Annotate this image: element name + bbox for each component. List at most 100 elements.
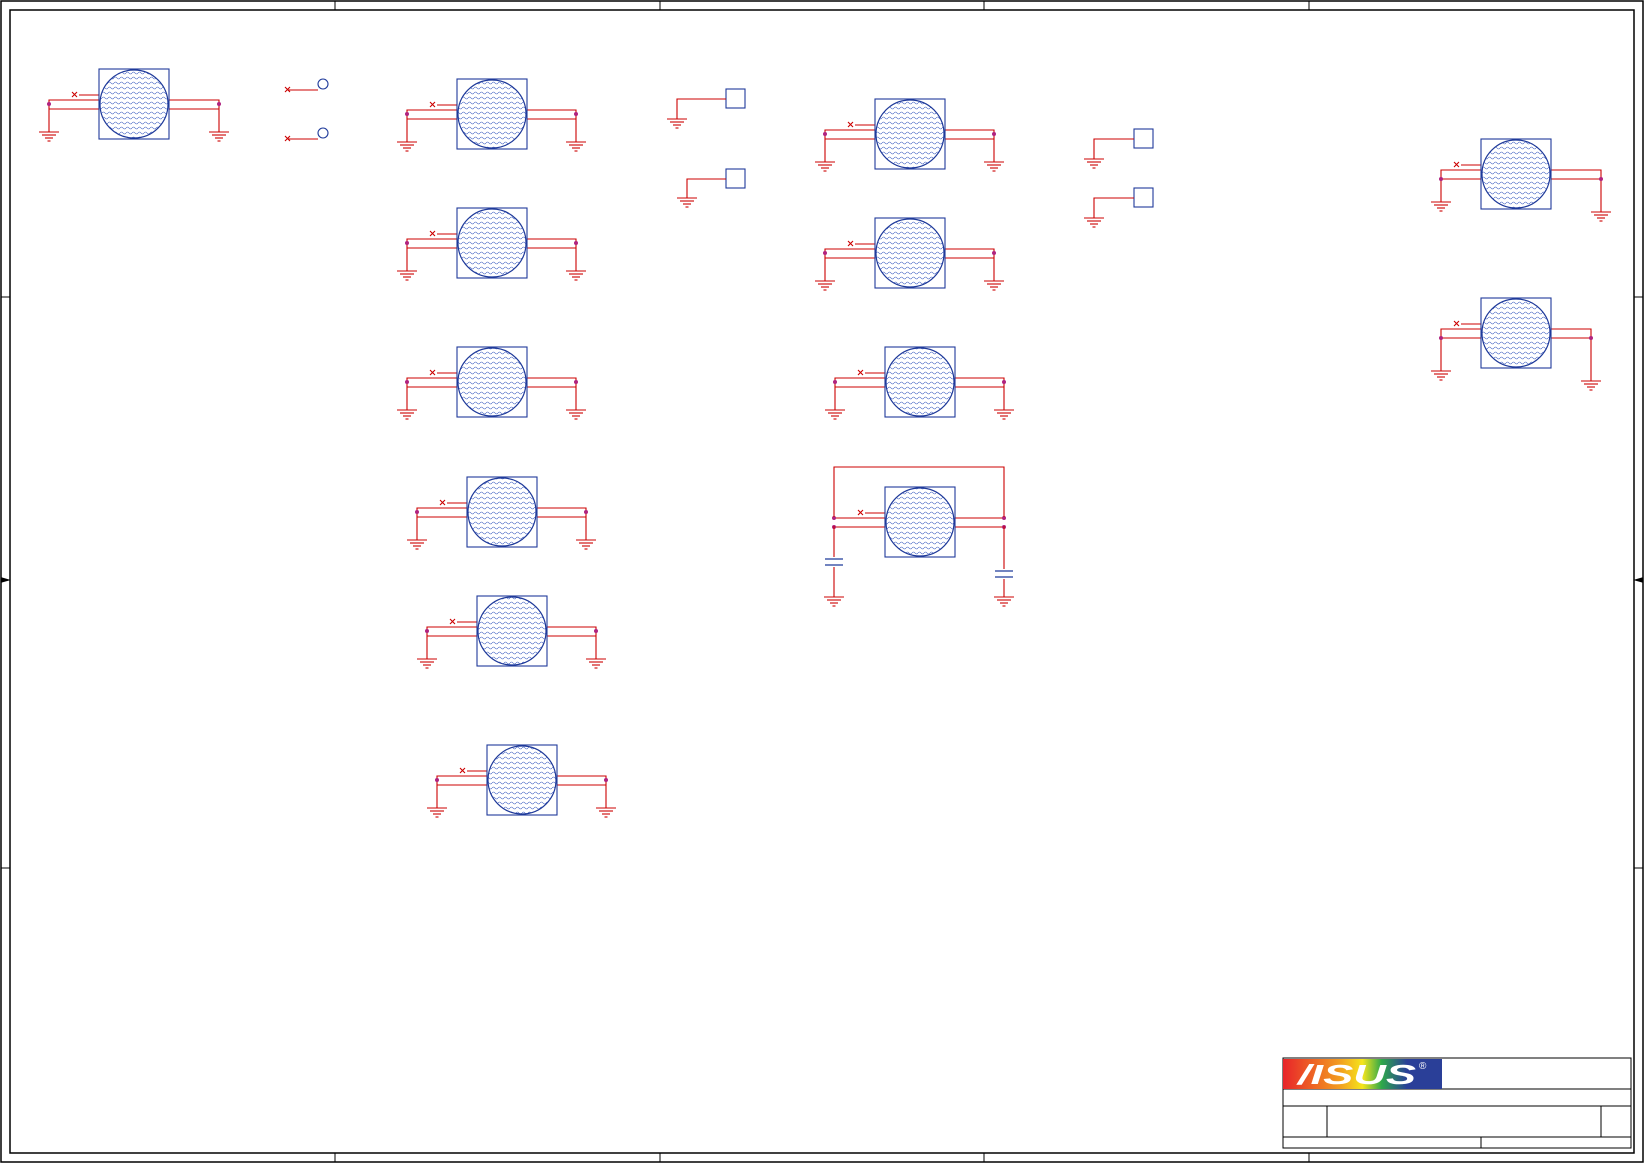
no-connect-icon [429,369,436,376]
ground-icon [565,141,587,152]
ground-icon [983,161,1005,172]
ground-icon [824,409,846,420]
mounting-hole-icon [875,218,945,288]
junction-dot-icon [405,112,409,116]
ground-icon [565,270,587,281]
junction-dot-icon [574,241,578,245]
ground-icon [208,131,230,142]
no-connect-icon [847,240,854,247]
capacitor-icon [825,558,843,566]
no-connect-icon [857,369,864,376]
mounting-hole-7 [426,744,617,818]
test-pad-icon [1133,187,1154,208]
arrow-right-icon [1,577,11,583]
no-connect-icon [857,509,864,516]
mounting-hole-9 [814,217,1005,291]
ground-icon [565,409,587,420]
no-connect-icon [429,230,436,237]
ground-icon [416,658,438,669]
mounting-hole-icon [457,347,527,417]
mounting-hole-icon [99,69,169,139]
ground-icon [1590,211,1612,222]
test-point-icon [317,78,329,90]
mounting-hole-6 [416,595,607,669]
junction-dot-icon [604,778,608,782]
junction-dot-icon [415,510,419,514]
no-connect-icon [847,121,854,128]
ground-icon [396,270,418,281]
junction-dot-icon [1589,336,1593,340]
test-pad-4 [1083,187,1154,228]
junction-dot-icon [833,380,837,384]
test-point-icon [317,127,329,139]
mounting-hole-8 [814,98,1005,172]
test-pad-1 [666,88,746,129]
junction-dot-icon [574,112,578,116]
no-connect-icon [1453,320,1460,327]
test-point-1 [284,78,329,93]
ground-icon [814,161,836,172]
mounting-hole-icon [467,477,537,547]
junction-dot-icon [992,132,996,136]
junction-dot-icon [1002,380,1006,384]
mounting-hole-3 [396,207,587,281]
mounting-hole-2 [396,78,587,152]
sheet-frame [0,0,1644,1163]
test-pad-icon [1133,128,1154,149]
no-connect-icon [1453,161,1460,168]
ground-icon [396,409,418,420]
zone-markers [1,1,1643,1162]
schematic-canvas: /ISUS ® [0,0,1644,1163]
mounting-hole-4 [396,346,587,420]
test-pad-2 [676,168,746,208]
test-pad-3 [1083,128,1154,169]
junction-dot-icon [584,510,588,514]
ground-icon [38,131,60,142]
ground-icon [585,658,607,669]
mounting-hole-1 [38,68,230,142]
mounting-hole-13 [1430,297,1602,391]
junction-dot-icon [435,778,439,782]
registered-mark: ® [1419,1061,1427,1072]
mounting-hole-icon [477,596,547,666]
no-connect-icon [429,101,436,108]
mounting-hole-icon [457,208,527,278]
junction-dot-icon [992,251,996,255]
ground-icon [1430,201,1452,212]
ground-icon [595,807,617,818]
mounting-hole-icon [885,487,955,557]
ground-icon [406,539,428,550]
junction-dot-icon [574,380,578,384]
title-block: /ISUS ® [1282,1057,1632,1149]
junction-dot-icon [594,629,598,633]
junction-dot-icon [47,102,51,106]
asus-logo: /ISUS ® [1283,1059,1442,1090]
mounting-hole-11 [832,486,1006,558]
test-point-2 [284,127,329,142]
no-connect-icon [459,767,466,774]
logo-text: /ISUS [1295,1059,1417,1090]
junction-dot-icon [1439,177,1443,181]
junction-dot-icon [1439,336,1443,340]
mounting-hole-icon [487,745,557,815]
mounting-hole-12 [1430,138,1612,222]
no-connect-icon [449,618,456,625]
ground-icon [983,280,1005,291]
mounting-hole-icon [1481,139,1551,209]
no-connect-icon [71,91,78,98]
arrow-left-icon [1633,577,1643,583]
schematic-sheet: /ISUS ® [0,0,1644,1163]
ground-icon [814,280,836,291]
ground-icon [993,409,1015,420]
mounting-hole-icon [875,99,945,169]
mounting-hole-5 [406,476,597,550]
mounting-hole-icon [885,347,955,417]
ground-icon [426,807,448,818]
junction-dot-icon [1599,177,1603,181]
ground-icon [1580,380,1602,391]
test-pad-icon [725,88,746,109]
capacitor-icon [995,570,1013,578]
junction-dot-icon [217,102,221,106]
mounting-hole-10 [824,346,1015,420]
mounting-hole-icon [1481,298,1551,368]
